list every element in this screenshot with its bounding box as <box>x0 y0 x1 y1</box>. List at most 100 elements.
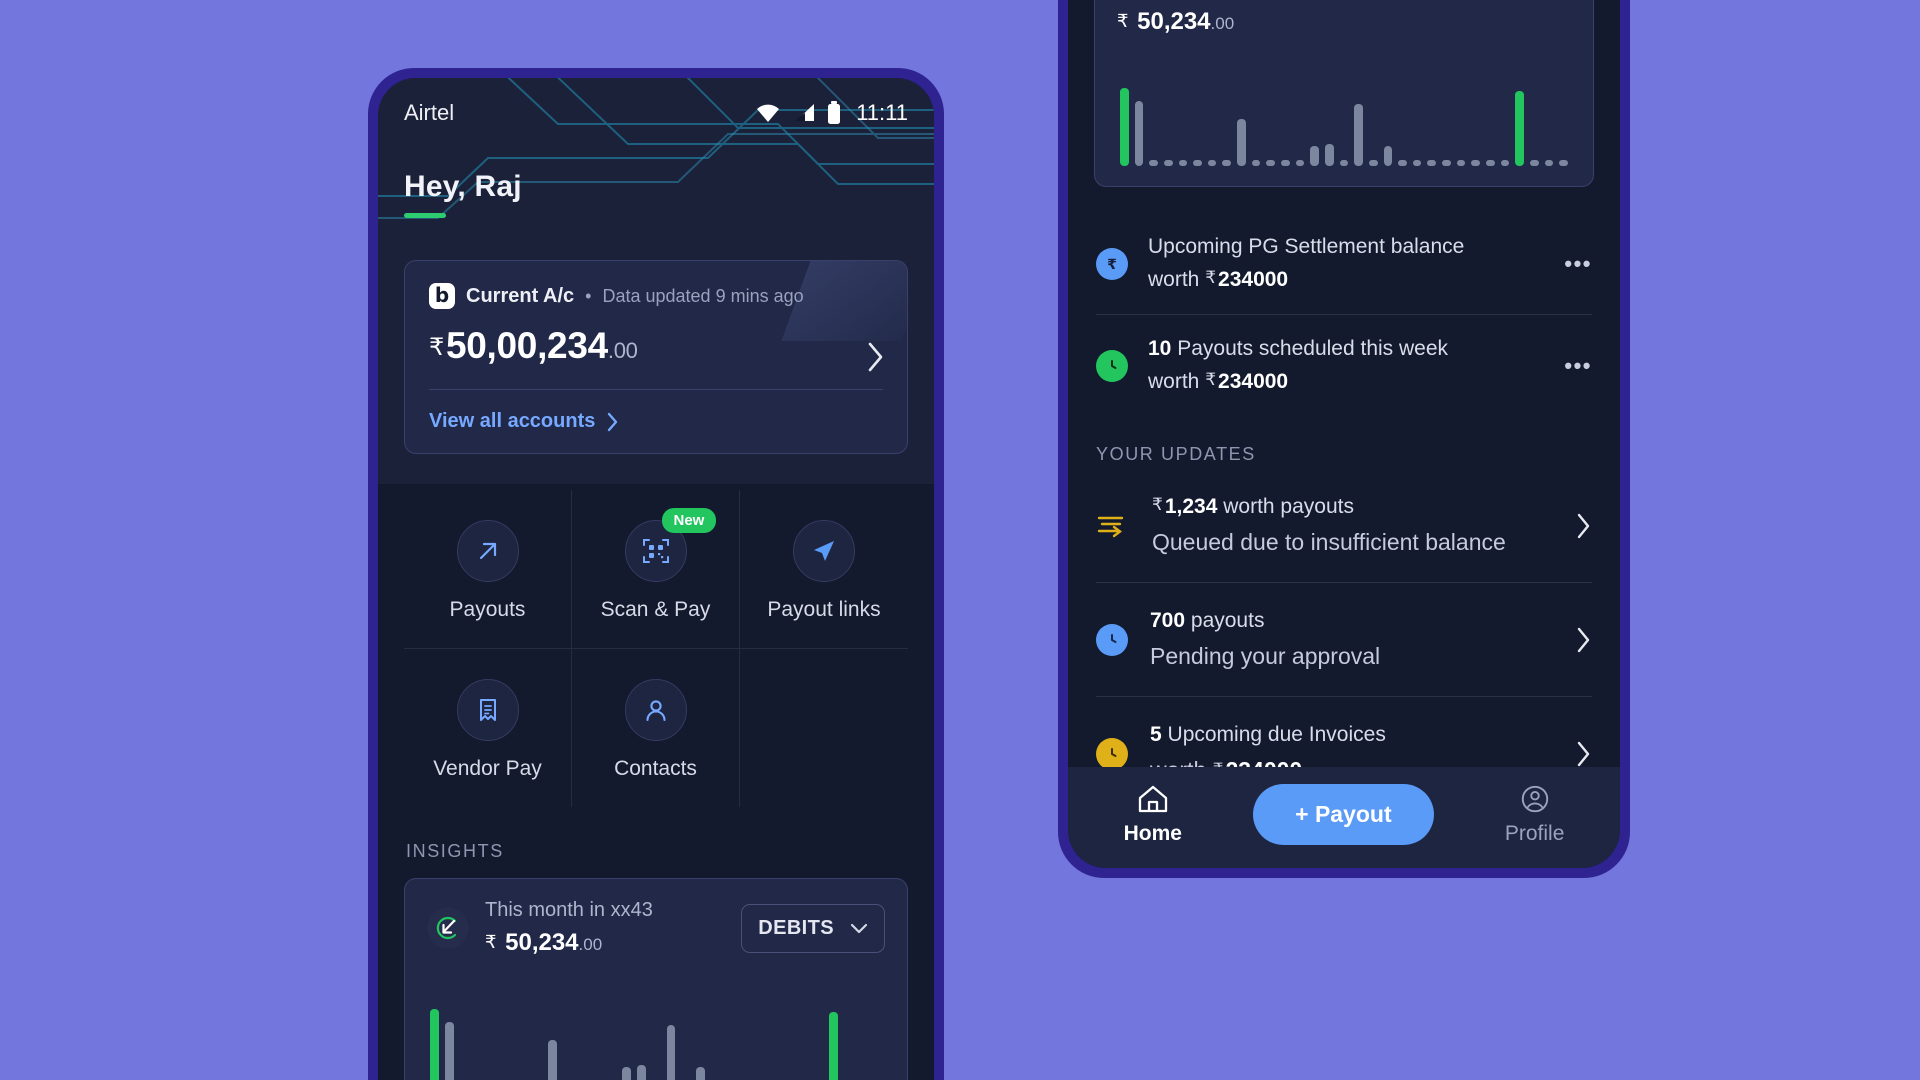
update-count: 700 <box>1150 609 1186 632</box>
chart-bar <box>1442 160 1451 166</box>
insights-card[interactable]: This month in xx43 ₹ 50,234.00 DEBITS <box>404 878 908 1080</box>
new-badge: New <box>661 508 717 533</box>
qr-scan-icon <box>642 539 669 563</box>
account-card-header: b Current A/c • Data updated 9 mins ago <box>429 283 883 309</box>
notification-row[interactable]: ₹ Upcoming PG Settlement balance worth ₹… <box>1096 213 1592 314</box>
person-circle-icon <box>1521 785 1548 813</box>
insights-bar-chart <box>1117 66 1571 166</box>
chart-bar <box>1368 160 1378 166</box>
view-all-accounts-label: View all accounts <box>429 410 596 432</box>
svg-text:₹: ₹ <box>1107 257 1117 273</box>
chevron-right-icon <box>608 412 618 431</box>
chart-bar <box>1134 101 1144 166</box>
insights-card-header: This month in xx43 ₹ 50,234.00 DEBITS <box>427 899 885 957</box>
updates-list: ₹1,234 worth payouts Queued due to insuf… <box>1096 469 1592 767</box>
hero-header: Airtel 11:11 Hey, Raj b Current A/c • Da… <box>378 78 934 484</box>
chart-bar <box>1412 160 1422 166</box>
add-payout-button[interactable]: + Payout <box>1253 784 1434 845</box>
nav-item-profile[interactable]: Profile <box>1504 783 1565 846</box>
insights-amount-value: 50,234 <box>505 929 579 956</box>
insights-type-dropdown[interactable]: DEBITS <box>741 903 885 953</box>
notification-menu-button[interactable]: ••• <box>1564 353 1592 379</box>
action-vendor-pay[interactable]: Vendor Pay <box>404 649 572 807</box>
insights-card-partial[interactable]: ₹ 50,234.00 <box>1094 0 1594 187</box>
chart-bar <box>548 1040 558 1080</box>
chart-bar <box>1383 146 1393 166</box>
notification-line2-prefix: worth <box>1148 370 1200 393</box>
chart-bar <box>1281 160 1290 166</box>
update-subtitle-prefix: worth <box>1150 757 1206 767</box>
payouts-icon-circle <box>456 520 519 582</box>
action-contacts[interactable]: Contacts <box>572 649 740 807</box>
insights-section-title: INSIGHTS <box>406 841 504 861</box>
notification-line1-label: Payouts scheduled this week <box>1177 337 1449 360</box>
action-payout-links[interactable]: Payout links <box>740 490 908 649</box>
clock-icon <box>1096 349 1128 382</box>
account-card-chevron-right-icon[interactable] <box>867 341 885 373</box>
insights-text-column: This month in xx43 ₹ 50,234.00 <box>485 899 725 957</box>
nav-label-home: Home <box>1123 822 1182 845</box>
chart-bar <box>1515 91 1524 166</box>
update-row-queued[interactable]: ₹1,234 worth payouts Queued due to insuf… <box>1096 469 1592 582</box>
rupee-circle-icon: ₹ <box>1096 247 1128 280</box>
chart-bar <box>622 1067 631 1080</box>
chart-bar <box>1251 160 1261 166</box>
insights-icon-circle <box>427 907 469 949</box>
rupee-symbol: ₹ <box>1205 370 1217 389</box>
chevron-right-icon[interactable] <box>1576 740 1592 768</box>
chart-bar <box>1456 160 1466 166</box>
chart-bar <box>1149 160 1158 166</box>
contacts-icon-circle <box>624 679 687 741</box>
balance-paise: .00 <box>607 338 638 363</box>
chart-bar <box>444 1022 454 1080</box>
account-updated-time: Data updated 9 mins ago <box>602 285 804 306</box>
chart-bar <box>666 1025 676 1080</box>
notification-amount: 234000 <box>1218 268 1289 291</box>
arrow-up-right-icon <box>479 542 496 560</box>
update-line1: 5 Upcoming due Invoices <box>1150 723 1554 747</box>
chart-bar <box>1237 119 1246 166</box>
greeting-underline <box>404 213 446 218</box>
screenshot-canvas: Airtel 11:11 Hey, Raj b Current A/c • Da… <box>0 0 1920 1080</box>
update-count: 5 <box>1150 723 1162 746</box>
status-bar-right: 11:11 <box>755 100 908 126</box>
update-row-pending[interactable]: 700 payouts Pending your approval <box>1096 582 1592 696</box>
update-subtitle: Queued due to insufficient balance <box>1152 529 1506 555</box>
view-all-accounts-link[interactable]: View all accounts <box>429 410 883 433</box>
chevron-down-icon <box>850 923 868 933</box>
chart-bar <box>829 1012 838 1080</box>
action-label: Vendor Pay <box>433 757 542 780</box>
action-payouts[interactable]: Payouts <box>404 490 572 649</box>
nav-item-home[interactable]: Home <box>1124 783 1182 846</box>
chart-bar <box>1427 160 1437 166</box>
quick-actions-grid: Payouts New Scan & Pay Payout links Vend… <box>404 490 908 807</box>
chart-bar <box>430 1009 439 1080</box>
chart-bar <box>696 1067 705 1080</box>
chevron-right-icon[interactable] <box>1576 626 1592 654</box>
phone-screen-left: Airtel 11:11 Hey, Raj b Current A/c • Da… <box>378 78 934 1080</box>
notification-row[interactable]: 10 Payouts scheduled this week worth ₹23… <box>1096 314 1592 416</box>
nav-label-profile: Profile <box>1504 822 1565 845</box>
clock-icon <box>1096 737 1128 767</box>
update-row-invoices[interactable]: 5 Upcoming due Invoices worth ₹234000 <box>1096 696 1592 767</box>
chart-bar <box>1339 160 1349 166</box>
account-summary-card[interactable]: b Current A/c • Data updated 9 mins ago … <box>404 260 908 454</box>
chevron-right-icon[interactable] <box>1576 512 1592 540</box>
action-label: Scan & Pay <box>600 598 711 621</box>
notification-menu-button[interactable]: ••• <box>1564 251 1592 277</box>
phone-screen-right: ₹ 50,234.00 ₹ Upcoming PG Settlement bal… <box>1068 0 1620 868</box>
quick-actions-section: Payouts New Scan & Pay Payout links Vend… <box>378 484 934 1080</box>
rupee-symbol: ₹ <box>1205 268 1217 287</box>
rupee-symbol: ₹ <box>429 334 444 361</box>
notification-line2: worth ₹234000 <box>1148 268 1544 292</box>
chart-bar <box>1193 160 1202 166</box>
clock-time: 11:11 <box>856 100 908 125</box>
dropdown-selected-value: DEBITS <box>758 916 834 939</box>
chart-bar <box>636 1065 646 1080</box>
update-text: 700 payouts Pending your approval <box>1150 609 1554 670</box>
notification-text: 10 Payouts scheduled this week worth ₹23… <box>1148 337 1544 394</box>
queue-arrow-icon <box>1097 516 1124 537</box>
rupee-symbol: ₹ <box>485 932 497 952</box>
action-label: Payout links <box>767 598 881 621</box>
action-scan-and-pay[interactable]: New Scan & Pay <box>572 490 740 649</box>
